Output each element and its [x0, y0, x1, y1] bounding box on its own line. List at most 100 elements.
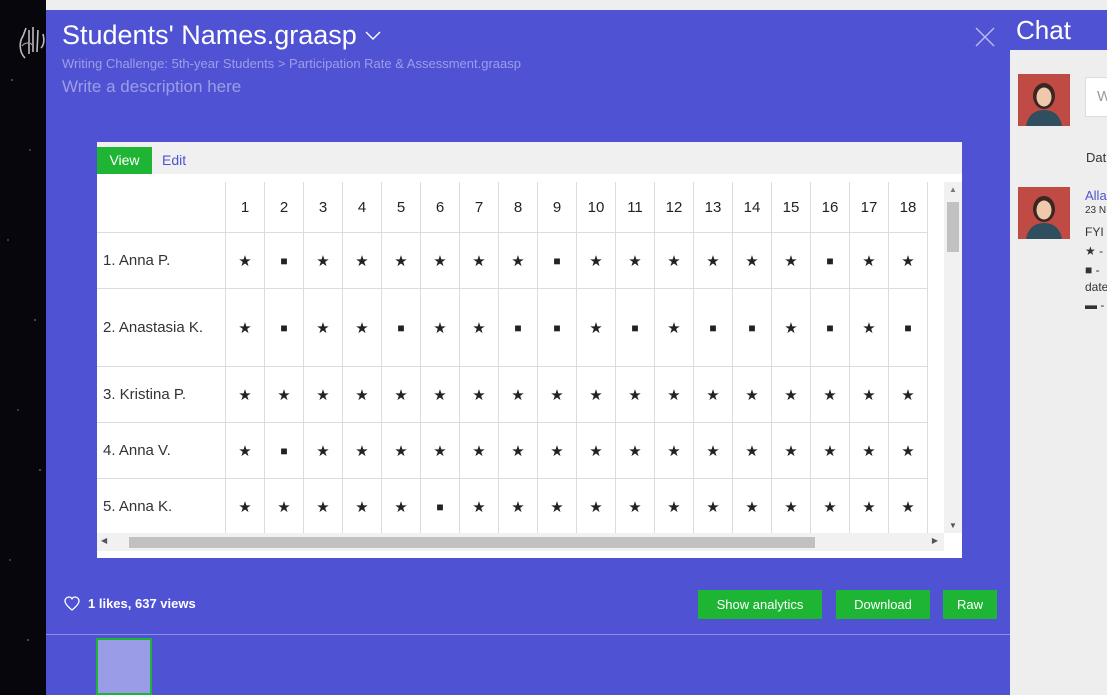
- square-mark-cell[interactable]: ■: [420, 478, 460, 533]
- star-mark-cell[interactable]: ★: [654, 478, 694, 533]
- star-mark-cell[interactable]: ★: [654, 232, 694, 289]
- star-mark-cell[interactable]: ★: [771, 232, 811, 289]
- star-mark-cell[interactable]: ★: [576, 478, 616, 533]
- heart-icon[interactable]: [64, 596, 80, 611]
- download-button[interactable]: Download: [836, 590, 930, 619]
- star-mark-cell[interactable]: ★: [732, 422, 772, 479]
- star-mark-cell[interactable]: ★: [888, 366, 928, 423]
- star-mark-cell[interactable]: ★: [303, 366, 343, 423]
- star-mark-cell[interactable]: ★: [849, 366, 889, 423]
- square-mark-cell[interactable]: ■: [810, 288, 850, 367]
- star-mark-cell[interactable]: ★: [225, 288, 265, 367]
- star-mark-cell[interactable]: ★: [342, 422, 382, 479]
- table-scroll-area[interactable]: 1 2 3 4 5 6 7 8 9 10 11 12 13 14 15 16 17 18 1. Anna P. ★ ■ ★…: [97, 182, 944, 533]
- student-name-cell[interactable]: 1. Anna P.: [97, 232, 226, 289]
- star-mark-cell[interactable]: ★: [420, 422, 460, 479]
- vertical-scrollbar[interactable]: ▲ ▼: [944, 182, 962, 533]
- star-mark-cell[interactable]: ★: [264, 366, 304, 423]
- star-mark-cell[interactable]: ★: [693, 422, 733, 479]
- scroll-up-arrow-icon[interactable]: ▲: [949, 185, 957, 194]
- star-mark-cell[interactable]: ★: [615, 478, 655, 533]
- square-mark-cell[interactable]: ■: [810, 232, 850, 289]
- scrollbar-thumb[interactable]: [129, 537, 815, 548]
- scroll-down-arrow-icon[interactable]: ▼: [949, 521, 957, 530]
- breadcrumb[interactable]: Writing Challenge: 5th-year Students > P…: [62, 56, 521, 71]
- star-mark-cell[interactable]: ★: [732, 232, 772, 289]
- student-name-cell[interactable]: 4. Anna V.: [97, 422, 226, 479]
- square-mark-cell[interactable]: ■: [264, 232, 304, 289]
- star-mark-cell[interactable]: ★: [225, 422, 265, 479]
- star-mark-cell[interactable]: ★: [303, 478, 343, 533]
- star-mark-cell[interactable]: ★: [264, 478, 304, 533]
- chat-message-author[interactable]: Alla: [1085, 188, 1107, 203]
- scroll-right-arrow-icon[interactable]: ▶: [932, 536, 938, 545]
- star-mark-cell[interactable]: ★: [615, 232, 655, 289]
- star-mark-cell[interactable]: ★: [342, 288, 382, 367]
- student-name-cell[interactable]: 5. Anna K.: [97, 478, 226, 533]
- star-mark-cell[interactable]: ★: [693, 478, 733, 533]
- square-mark-cell[interactable]: ■: [732, 288, 772, 367]
- star-mark-cell[interactable]: ★: [381, 478, 421, 533]
- star-mark-cell[interactable]: ★: [615, 366, 655, 423]
- scrollbar-thumb[interactable]: [947, 202, 959, 252]
- star-mark-cell[interactable]: ★: [615, 422, 655, 479]
- star-mark-cell[interactable]: ★: [849, 478, 889, 533]
- square-mark-cell[interactable]: ■: [537, 288, 577, 367]
- student-name-cell[interactable]: 3. Kristina P.: [97, 366, 226, 423]
- star-mark-cell[interactable]: ★: [420, 232, 460, 289]
- tab-edit[interactable]: Edit: [162, 147, 186, 174]
- star-mark-cell[interactable]: ★: [459, 422, 499, 479]
- star-mark-cell[interactable]: ★: [225, 366, 265, 423]
- star-mark-cell[interactable]: ★: [459, 478, 499, 533]
- star-mark-cell[interactable]: ★: [849, 422, 889, 479]
- square-mark-cell[interactable]: ■: [693, 288, 733, 367]
- page-title[interactable]: Students' Names.graasp: [62, 18, 357, 52]
- star-mark-cell[interactable]: ★: [420, 288, 460, 367]
- star-mark-cell[interactable]: ★: [381, 232, 421, 289]
- star-mark-cell[interactable]: ★: [381, 366, 421, 423]
- star-mark-cell[interactable]: ★: [771, 478, 811, 533]
- star-mark-cell[interactable]: ★: [225, 232, 265, 289]
- star-mark-cell[interactable]: ★: [693, 366, 733, 423]
- star-mark-cell[interactable]: ★: [654, 366, 694, 423]
- star-mark-cell[interactable]: ★: [576, 422, 616, 479]
- horizontal-scrollbar[interactable]: ◀ ▶: [97, 533, 944, 551]
- star-mark-cell[interactable]: ★: [459, 232, 499, 289]
- star-mark-cell[interactable]: ★: [498, 232, 538, 289]
- star-mark-cell[interactable]: ★: [342, 478, 382, 533]
- star-mark-cell[interactable]: ★: [888, 478, 928, 533]
- star-mark-cell[interactable]: ★: [654, 422, 694, 479]
- star-mark-cell[interactable]: ★: [498, 366, 538, 423]
- square-mark-cell[interactable]: ■: [615, 288, 655, 367]
- star-mark-cell[interactable]: ★: [771, 288, 811, 367]
- star-mark-cell[interactable]: ★: [888, 422, 928, 479]
- star-mark-cell[interactable]: ★: [810, 422, 850, 479]
- star-mark-cell[interactable]: ★: [576, 232, 616, 289]
- item-thumbnail[interactable]: [96, 638, 152, 695]
- graasp-hand-logo-icon[interactable]: [17, 24, 47, 60]
- star-mark-cell[interactable]: ★: [576, 288, 616, 367]
- star-mark-cell[interactable]: ★: [537, 478, 577, 533]
- star-mark-cell[interactable]: ★: [576, 366, 616, 423]
- star-mark-cell[interactable]: ★: [810, 478, 850, 533]
- star-mark-cell[interactable]: ★: [771, 366, 811, 423]
- square-mark-cell[interactable]: ■: [381, 288, 421, 367]
- square-mark-cell[interactable]: ■: [498, 288, 538, 367]
- star-mark-cell[interactable]: ★: [732, 366, 772, 423]
- square-mark-cell[interactable]: ■: [264, 288, 304, 367]
- close-icon[interactable]: [974, 26, 996, 48]
- star-mark-cell[interactable]: ★: [342, 366, 382, 423]
- star-mark-cell[interactable]: ★: [459, 366, 499, 423]
- square-mark-cell[interactable]: ■: [537, 232, 577, 289]
- description-field[interactable]: Write a description here: [62, 77, 241, 97]
- star-mark-cell[interactable]: ★: [420, 366, 460, 423]
- star-mark-cell[interactable]: ★: [771, 422, 811, 479]
- star-mark-cell[interactable]: ★: [693, 232, 733, 289]
- star-mark-cell[interactable]: ★: [732, 478, 772, 533]
- star-mark-cell[interactable]: ★: [498, 478, 538, 533]
- star-mark-cell[interactable]: ★: [849, 232, 889, 289]
- star-mark-cell[interactable]: ★: [888, 232, 928, 289]
- show-analytics-button[interactable]: Show analytics: [698, 590, 822, 619]
- star-mark-cell[interactable]: ★: [537, 422, 577, 479]
- chat-message-input[interactable]: W: [1085, 77, 1107, 117]
